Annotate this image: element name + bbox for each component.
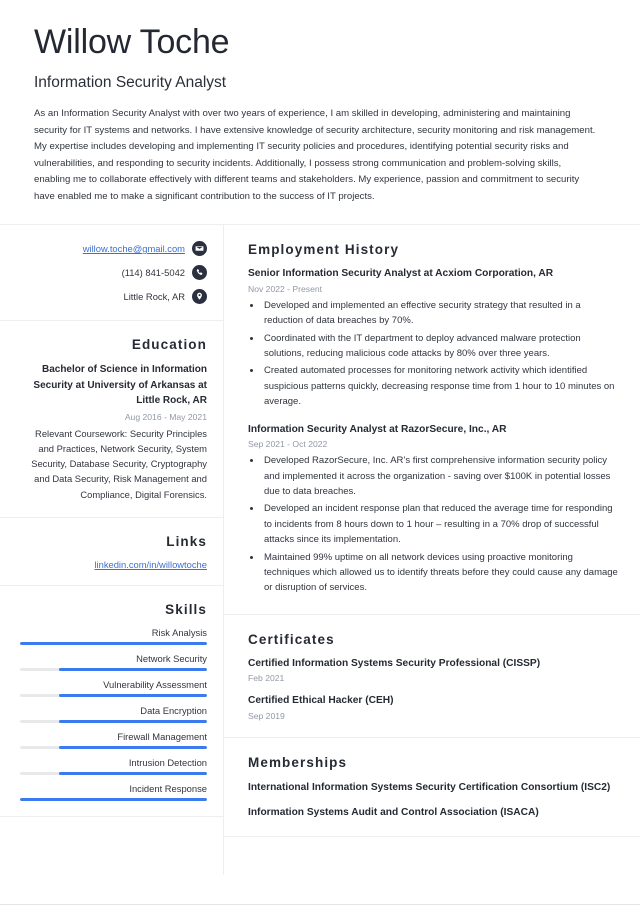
employment-bullet: Created automated processes for monitori… <box>262 363 618 409</box>
memberships-block: Memberships International Information Sy… <box>224 738 640 837</box>
phone-icon <box>192 265 207 281</box>
skill-label: Network Security <box>136 652 207 664</box>
contact-block: willow.toche@gmail.com (114) 841-5042 Litt… <box>0 225 223 322</box>
contact-text: Little Rock, AR <box>123 291 185 303</box>
contact-row[interactable]: willow.toche@gmail.com <box>20 241 207 257</box>
contact-text[interactable]: willow.toche@gmail.com <box>83 243 185 254</box>
skill-level-fill <box>20 797 207 801</box>
employment-bullet-list: Developed and implemented an effective s… <box>262 298 618 410</box>
employment-history-block: Employment History Senior Information Se… <box>224 225 640 615</box>
skill-item: Firewall Management <box>20 731 207 749</box>
employment-entry: Senior Information Security Analyst at A… <box>248 267 618 409</box>
skill-label: Risk Analysis <box>151 626 207 638</box>
skill-level-bar <box>20 771 207 775</box>
education-degree: Bachelor of Science in Information Secur… <box>33 364 207 407</box>
main-column: Employment History Senior Information Se… <box>224 225 640 875</box>
skill-item: Data Encryption <box>20 705 207 723</box>
skill-item: Vulnerability Assessment <box>20 679 207 697</box>
skill-item: Risk Analysis <box>20 627 207 645</box>
skill-level-bar <box>20 693 207 697</box>
envelope-icon <box>192 241 207 257</box>
memberships-list: International Information Systems Securi… <box>248 780 618 820</box>
skill-label: Firewall Management <box>117 730 207 742</box>
certificate-date: Sep 2019 <box>248 711 285 722</box>
employment-bullet: Maintained 99% uptime on all network dev… <box>262 550 618 596</box>
skill-level-fill <box>59 771 207 775</box>
skill-level-fill <box>20 641 207 645</box>
memberships-heading: Memberships <box>248 755 348 771</box>
professional-summary: As an Information Security Analyst with … <box>34 108 596 202</box>
skill-level-fill <box>59 745 207 749</box>
skill-label: Vulnerability Assessment <box>103 678 207 690</box>
skill-label: Intrusion Detection <box>128 756 207 768</box>
employment-entry-title: Senior Information Security Analyst at A… <box>248 268 554 280</box>
education-description: Relevant Coursework: Security Principles… <box>31 427 207 500</box>
employment-entry-date: Nov 2022 - Present <box>248 283 323 294</box>
skill-level-bar <box>20 641 207 645</box>
education-heading: Education <box>131 337 207 353</box>
skill-level-bar <box>20 745 207 749</box>
contact-text: (114) 841-5042 <box>121 267 185 279</box>
employment-list: Senior Information Security Analyst at A… <box>248 267 618 596</box>
skill-level-bar <box>20 667 207 671</box>
certificate-entry: Certified Information Systems Security P… <box>248 657 618 684</box>
certificates-block: Certificates Certified Information Syste… <box>224 615 640 739</box>
location-pin-icon <box>192 289 207 305</box>
resume-page: Willow Toche Information Security Analys… <box>0 0 640 905</box>
resume-body: willow.toche@gmail.com (114) 841-5042 Litt… <box>0 224 640 876</box>
certificate-date: Feb 2021 <box>248 673 285 684</box>
employment-bullet: Developed and implemented an effective s… <box>262 298 618 329</box>
links-list: linkedin.com/in/willowtoche <box>20 559 207 570</box>
employment-entry-title: Information Security Analyst at RazorSec… <box>248 423 507 435</box>
membership-entry: International Information Systems Securi… <box>248 782 611 794</box>
skills-heading: Skills <box>165 601 207 617</box>
links-block: Links linkedin.com/in/willowtoche <box>0 518 223 586</box>
certificate-entry: Certified Ethical Hacker (CEH) Sep 2019 <box>248 694 618 721</box>
resume-header: Willow Toche Information Security Analys… <box>0 0 640 205</box>
skill-item: Intrusion Detection <box>20 757 207 775</box>
skill-level-bar <box>20 797 207 801</box>
skill-level-fill <box>59 693 207 697</box>
employment-history-heading: Employment History <box>248 242 400 258</box>
certificates-list: Certified Information Systems Security P… <box>248 657 618 722</box>
skill-level-fill <box>59 719 207 723</box>
employment-entry-date: Sep 2021 - Oct 2022 <box>248 439 328 450</box>
link-item[interactable]: linkedin.com/in/willowtoche <box>20 559 207 570</box>
education-date: Aug 2016 - May 2021 <box>124 411 207 422</box>
skill-label: Data Encryption <box>140 704 207 716</box>
skill-item: Incident Response <box>20 783 207 801</box>
skill-level-fill <box>59 667 207 671</box>
skill-item: Network Security <box>20 653 207 671</box>
skills-list: Risk Analysis Network Security Vulnerabili… <box>20 627 207 801</box>
job-title: Information Security Analyst <box>34 74 227 92</box>
sidebar: willow.toche@gmail.com (114) 841-5042 Litt… <box>0 225 224 876</box>
membership-entry: Information Systems Audit and Control As… <box>248 806 539 818</box>
employment-entry: Information Security Analyst at RazorSec… <box>248 423 618 596</box>
certificate-title: Certified Information Systems Security P… <box>248 657 541 669</box>
skill-level-bar <box>20 719 207 723</box>
employment-bullet-list: Developed RazorSecure, Inc. AR’s first c… <box>262 453 618 595</box>
employment-bullet: Developed RazorSecure, Inc. AR’s first c… <box>262 453 618 499</box>
certificate-title: Certified Ethical Hacker (CEH) <box>248 695 394 707</box>
skill-label: Incident Response <box>129 782 207 794</box>
contact-row: (114) 841-5042 <box>20 265 207 281</box>
links-heading: Links <box>166 533 207 549</box>
skills-block: Skills Risk Analysis Network Security Vuln… <box>0 586 223 817</box>
employment-bullet: Coordinated with the IT department to de… <box>262 331 618 362</box>
page-title: Willow Toche <box>34 23 230 61</box>
education-block: Education Bachelor of Science in Informa… <box>0 321 223 518</box>
employment-bullet: Developed an incident response plan that… <box>262 501 618 547</box>
contact-row: Little Rock, AR <box>20 289 207 305</box>
certificates-heading: Certificates <box>248 631 335 647</box>
